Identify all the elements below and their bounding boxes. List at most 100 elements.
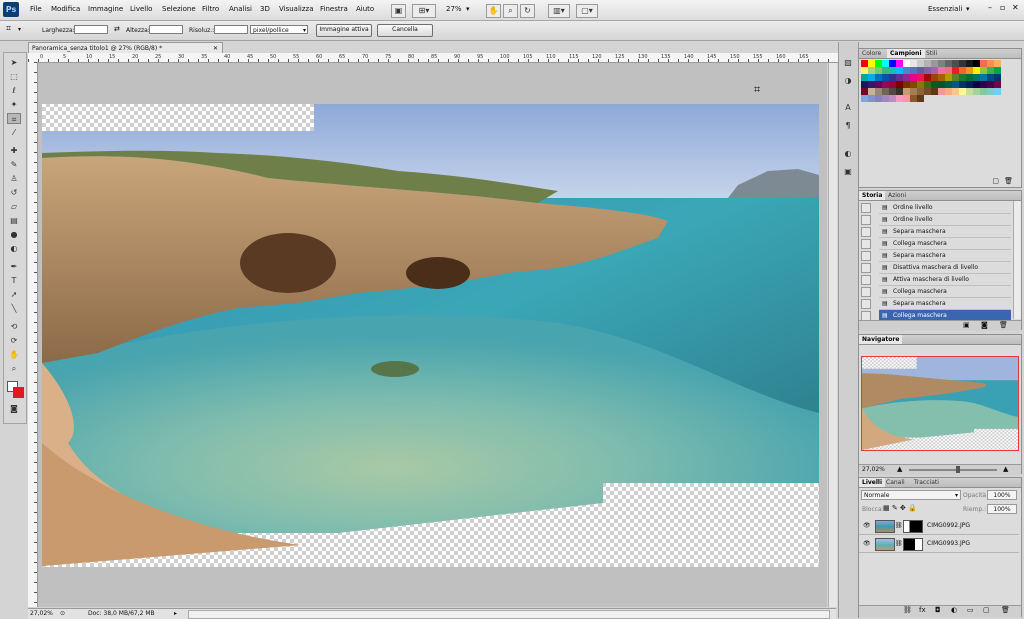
color-swatch[interactable] <box>973 60 980 67</box>
color-swatch[interactable] <box>945 81 952 88</box>
color-swatch[interactable] <box>931 88 938 95</box>
color-swatch[interactable] <box>952 74 959 81</box>
3d-orbit-tool-icon[interactable]: ⟳ <box>7 335 21 346</box>
color-swatch[interactable] <box>966 74 973 81</box>
lock-icons[interactable]: ▦ ✎ ✥ 🔒 <box>883 504 917 512</box>
marquee-tool-icon[interactable]: ⬚ <box>7 71 21 82</box>
color-swatch[interactable] <box>889 60 896 67</box>
color-swatch[interactable] <box>896 74 903 81</box>
color-swatch[interactable] <box>917 81 924 88</box>
color-swatch[interactable] <box>980 74 987 81</box>
history-item[interactable]: ▤ Collega maschera <box>879 238 1011 250</box>
color-swatch[interactable] <box>973 88 980 95</box>
color-swatch[interactable] <box>966 88 973 95</box>
zoom-level-select[interactable]: 27% <box>446 5 462 13</box>
color-swatch[interactable] <box>917 95 924 102</box>
history-brush-source-box[interactable] <box>861 239 871 249</box>
new-document-from-state-icon[interactable]: ▣ <box>963 321 970 329</box>
navigator-preview[interactable] <box>861 356 1019 451</box>
color-swatch[interactable] <box>959 74 966 81</box>
blur-tool-icon[interactable]: ● <box>7 229 21 240</box>
history-item[interactable]: ▤ Collega maschera <box>879 286 1011 298</box>
color-swatch[interactable] <box>987 81 994 88</box>
color-swatch[interactable] <box>994 60 1001 67</box>
tab-navigatore[interactable]: Navigatore <box>859 335 903 344</box>
camera-icon[interactable]: ◙ <box>981 321 988 329</box>
color-swatch[interactable] <box>896 88 903 95</box>
rotate-view-button[interactable]: ↻ <box>520 4 535 18</box>
tab-storia[interactable]: Storia <box>859 191 886 200</box>
fx-icon[interactable]: fx <box>919 606 926 614</box>
color-swatch[interactable] <box>917 67 924 74</box>
color-swatch[interactable] <box>945 88 952 95</box>
trash-icon[interactable]: 🗑 <box>999 321 1008 329</box>
tab-canali[interactable]: Canali <box>883 478 908 487</box>
color-swatch[interactable] <box>917 74 924 81</box>
color-swatch[interactable] <box>882 67 889 74</box>
color-swatch[interactable] <box>910 88 917 95</box>
tab-tracciati[interactable]: Tracciati <box>911 478 942 487</box>
color-swatch[interactable] <box>987 60 994 67</box>
color-swatch[interactable] <box>938 60 945 67</box>
color-swatch[interactable] <box>924 88 931 95</box>
color-swatch[interactable] <box>987 74 994 81</box>
color-swatch[interactable] <box>861 88 868 95</box>
healing-brush-tool-icon[interactable]: ✚ <box>7 145 21 156</box>
history-scrollbar[interactable] <box>1013 201 1021 319</box>
color-swatch[interactable] <box>980 81 987 88</box>
color-swatch[interactable] <box>882 81 889 88</box>
color-swatch[interactable] <box>875 88 882 95</box>
magic-wand-tool-icon[interactable]: ✦ <box>7 99 21 110</box>
workspace-select[interactable]: Essenziali <box>928 5 962 13</box>
color-swatch[interactable] <box>889 74 896 81</box>
color-swatch[interactable] <box>882 95 889 102</box>
color-swatch[interactable] <box>924 67 931 74</box>
color-swatch[interactable] <box>966 81 973 88</box>
color-swatch[interactable] <box>959 60 966 67</box>
close-button[interactable]: ✕ <box>1012 3 1019 12</box>
history-brush-source-box[interactable] <box>861 263 871 273</box>
width-input[interactable] <box>74 25 108 34</box>
color-swatch[interactable] <box>945 67 952 74</box>
color-swatch[interactable] <box>952 88 959 95</box>
color-swatch[interactable] <box>868 74 875 81</box>
color-swatch[interactable] <box>875 95 882 102</box>
color-swatch[interactable] <box>952 81 959 88</box>
color-swatch[interactable] <box>882 60 889 67</box>
swap-icon[interactable]: ⇄ <box>114 25 120 33</box>
history-brush-source-box[interactable] <box>861 203 871 213</box>
color-swatch[interactable] <box>966 60 973 67</box>
history-item[interactable]: ▤ Disattiva maschera di livello <box>879 262 1011 274</box>
color-swatch[interactable] <box>910 60 917 67</box>
color-swatch[interactable] <box>868 81 875 88</box>
arrange-documents-button[interactable]: ▥▾ <box>548 4 570 18</box>
opacity-input[interactable]: 100% <box>987 490 1017 500</box>
tab-stili[interactable]: Stili <box>923 49 940 58</box>
color-swatch[interactable] <box>973 81 980 88</box>
path-selection-tool-icon[interactable]: ➚ <box>7 289 21 300</box>
eye-icon[interactable]: 👁 <box>863 517 871 534</box>
color-swatch[interactable] <box>882 74 889 81</box>
brush-tool-icon[interactable]: ✎ <box>7 159 21 170</box>
bridge-button[interactable]: ▣ <box>391 4 406 18</box>
zoom-in-icon[interactable]: ▲ <box>1003 465 1008 473</box>
eye-icon[interactable]: 👁 <box>863 535 871 552</box>
color-swatch[interactable] <box>980 67 987 74</box>
history-brush-source-box[interactable] <box>861 275 871 285</box>
color-swatch[interactable] <box>973 67 980 74</box>
color-swatch[interactable] <box>938 74 945 81</box>
restore-button[interactable]: ▫ <box>1000 3 1005 12</box>
history-item[interactable]: ▤ Ordine livello <box>879 214 1011 226</box>
add-mask-icon[interactable]: ◘ <box>935 606 941 614</box>
layer-name[interactable]: CIMG0992.JPG <box>927 517 970 534</box>
zoom-slider-handle[interactable] <box>956 466 960 473</box>
color-swatch[interactable] <box>952 60 959 67</box>
color-swatch[interactable] <box>889 95 896 102</box>
color-swatch[interactable] <box>910 95 917 102</box>
front-image-button[interactable]: Immagine attiva <box>316 24 372 37</box>
paragraph-icon[interactable]: ¶ <box>842 120 854 131</box>
color-swatch[interactable] <box>896 95 903 102</box>
clear-button[interactable]: Cancella <box>377 24 433 37</box>
dodge-tool-icon[interactable]: ◐ <box>7 243 21 254</box>
color-swatch[interactable] <box>959 67 966 74</box>
